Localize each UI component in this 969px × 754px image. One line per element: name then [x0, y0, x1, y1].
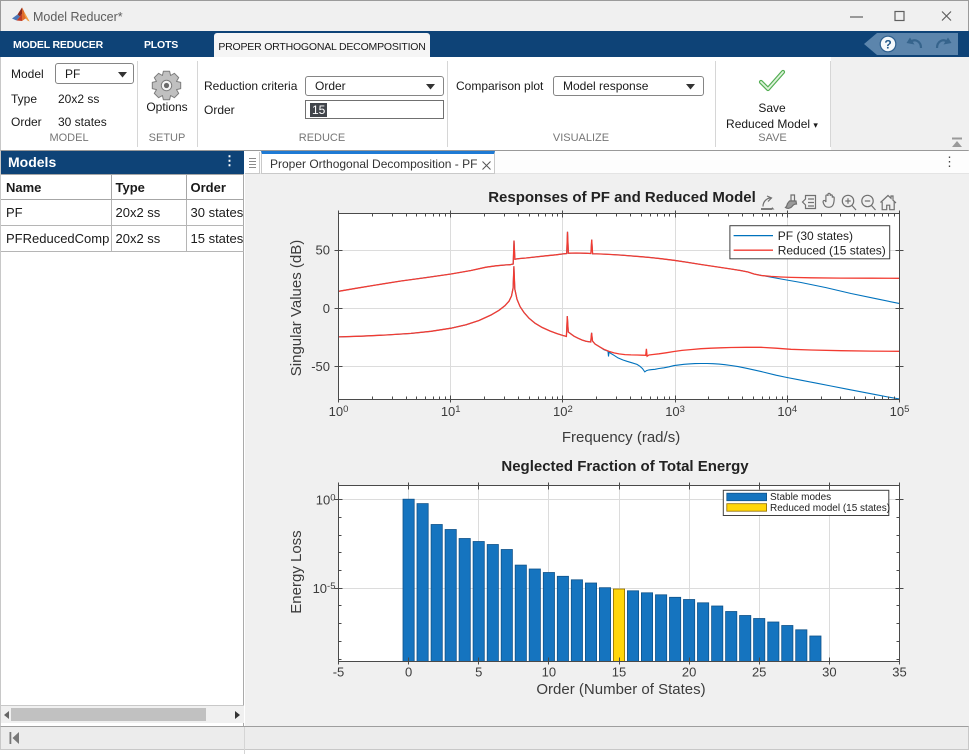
- svg-text:0: 0: [323, 301, 330, 316]
- svg-text:PF (30 states): PF (30 states): [778, 229, 853, 243]
- svg-text:Singular Values (dB): Singular Values (dB): [288, 240, 305, 376]
- svg-text:-50: -50: [311, 359, 330, 374]
- svg-text:5: 5: [475, 665, 482, 680]
- svg-text:Order (Number of States): Order (Number of States): [536, 681, 705, 698]
- svg-text:25: 25: [752, 665, 766, 680]
- svg-text:Energy Loss: Energy Loss: [288, 530, 305, 613]
- svg-text:Neglected Fraction of Total En: Neglected Fraction of Total Energy: [501, 458, 749, 475]
- svg-text:Frequency (rad/s): Frequency (rad/s): [562, 429, 680, 446]
- svg-text:10: 10: [542, 665, 556, 680]
- svg-text:Reduced (15 states): Reduced (15 states): [778, 243, 886, 257]
- svg-text:Responses of PF and Reduced Mo: Responses of PF and Reduced Model: [488, 189, 756, 206]
- svg-text:30: 30: [822, 665, 836, 680]
- svg-text:50: 50: [316, 243, 330, 258]
- svg-text:35: 35: [892, 665, 906, 680]
- svg-text:Reduced model (15 states): Reduced model (15 states): [770, 503, 890, 514]
- svg-text:Stable modes: Stable modes: [770, 492, 831, 503]
- svg-text:15: 15: [612, 665, 626, 680]
- svg-text:0: 0: [405, 665, 412, 680]
- svg-text:-5: -5: [333, 665, 345, 680]
- svg-text:20: 20: [682, 665, 696, 680]
- svg-text:?: ?: [884, 38, 891, 52]
